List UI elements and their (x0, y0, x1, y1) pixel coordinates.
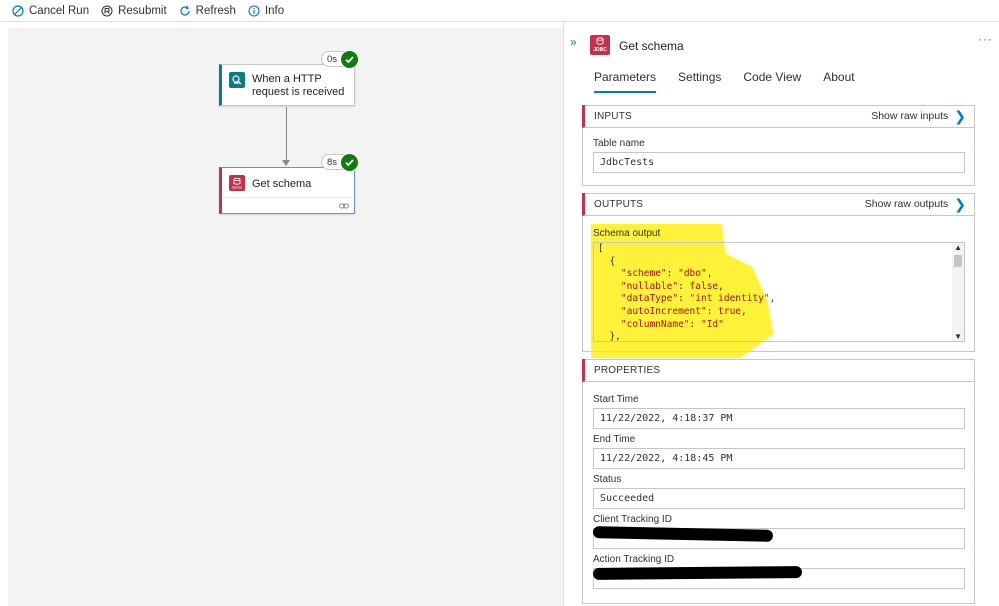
outputs-section: OUTPUTS Show raw outputs ❯ Schema output… (582, 193, 975, 358)
more-options-button[interactable]: ··· (978, 32, 993, 46)
info-icon (248, 4, 260, 17)
jdbc-icon: JDBC (590, 35, 610, 55)
end-time-label: End Time (593, 434, 636, 445)
trigger-duration: 0s (326, 53, 337, 65)
show-raw-outputs-label: Show raw outputs (864, 198, 949, 210)
trigger-card[interactable]: When a HTTP request is received 0s (219, 50, 359, 106)
tab-about[interactable]: About (823, 70, 854, 93)
inputs-title: INPUTS (594, 110, 632, 122)
scroll-down-icon[interactable]: ▼ (954, 332, 962, 341)
chevron-right-icon: ❯ (954, 195, 966, 212)
code-value: false (689, 280, 719, 292)
start-time-field[interactable]: 11/22/2022, 4:18:37 PM (593, 408, 965, 429)
card-footer (222, 197, 354, 213)
toolbar: Cancel Run Resubmit Refresh Info (0, 0, 999, 22)
code-key: "dataType" (620, 293, 679, 305)
properties-header: PROPERTIES (582, 359, 974, 382)
code-value: true (718, 305, 742, 317)
show-raw-inputs-label: Show raw inputs (871, 110, 949, 122)
details-panel: » JDBC Get schema ··· Parameters Setting… (563, 22, 999, 606)
properties-title: PROPERTIES (594, 364, 661, 376)
code-key: "autoIncrement" (620, 305, 707, 317)
table-name-field[interactable]: JdbcTests (593, 152, 965, 173)
outputs-title: OUTPUTS (594, 198, 644, 210)
success-check-icon (340, 153, 359, 172)
code-value: "Id" (700, 318, 724, 330)
action-duration-badge: 8s (320, 153, 359, 172)
resubmit-label: Resubmit (118, 4, 167, 17)
refresh-label: Refresh (195, 4, 236, 17)
cancel-icon (12, 4, 24, 17)
get-schema-card[interactable]: Get schema 8s (219, 153, 359, 214)
code-key: "scheme" (620, 268, 667, 280)
action-duration: 8s (326, 156, 337, 168)
schema-output-code: [ { "scheme": "dbo", "nullable": false, … (598, 243, 776, 342)
status-field[interactable]: Succeeded (593, 488, 965, 509)
table-name-label: Table name (593, 138, 645, 149)
tab-settings[interactable]: Settings (678, 70, 721, 93)
resubmit-icon (101, 5, 113, 16)
success-check-icon (340, 50, 359, 69)
http-request-icon (229, 72, 245, 88)
info-label: Info (264, 4, 285, 17)
info-button[interactable]: Info (248, 5, 284, 17)
inputs-section: INPUTS Show raw inputs ❯ Table name Jdbc… (582, 105, 975, 186)
trigger-duration-badge: 0s (320, 50, 359, 69)
code-key: "nullable" (620, 280, 679, 292)
trigger-title: When a HTTP request is received (252, 73, 345, 98)
code-key: "columnName" (620, 318, 690, 330)
outputs-header: OUTPUTS Show raw outputs ❯ (582, 193, 974, 216)
panel-tabs: Parameters Settings Code View About (594, 70, 877, 93)
tab-parameters[interactable]: Parameters (594, 70, 657, 93)
code-value: "int identity" (689, 293, 770, 305)
code-line: [ (598, 243, 604, 254)
action-tracking-id-label: Action Tracking ID (593, 554, 675, 565)
properties-section: PROPERTIES Start Time 11/22/2022, 4:18:3… (582, 359, 975, 604)
redaction-mark (592, 566, 803, 580)
link-icon[interactable] (339, 202, 349, 210)
status-label: Status (593, 474, 622, 485)
client-tracking-id-label: Client Tracking ID (593, 514, 672, 525)
scroll-up-icon[interactable]: ▲ (954, 243, 962, 252)
panel-title: Get schema (619, 39, 684, 53)
jdbc-icon (229, 175, 245, 191)
start-time-label: Start Time (593, 394, 639, 405)
chevron-right-icon: ❯ (954, 107, 966, 124)
flow-arrowhead (282, 160, 290, 166)
refresh-icon (180, 5, 190, 16)
cancel-run-button[interactable]: Cancel Run (12, 5, 89, 17)
get-schema-title: Get schema (252, 178, 312, 190)
code-value: "dbo" (678, 268, 707, 280)
designer-canvas[interactable]: When a HTTP request is received 0s Get s… (8, 28, 563, 606)
code-scrollbar[interactable]: ▲ ▼ (952, 243, 964, 341)
end-time-field[interactable]: 11/22/2022, 4:18:45 PM (593, 448, 965, 469)
tab-code-view[interactable]: Code View (743, 70, 801, 93)
jdbc-icon-text: JDBC (593, 47, 607, 53)
code-line: { (598, 255, 616, 267)
resubmit-button[interactable]: Resubmit (101, 5, 167, 17)
refresh-button[interactable]: Refresh (179, 5, 236, 17)
cancel-run-label: Cancel Run (29, 4, 90, 17)
show-raw-outputs-button[interactable]: Show raw outputs ❯ (865, 196, 966, 213)
collapse-panel-button[interactable]: » (570, 35, 577, 49)
show-raw-inputs-button[interactable]: Show raw inputs ❯ (871, 108, 966, 125)
code-line: }, (598, 331, 621, 342)
inputs-header: INPUTS Show raw inputs ❯ (582, 105, 974, 128)
schema-output-box[interactable]: [ { "scheme": "dbo", "nullable": false, … (593, 242, 965, 342)
schema-output-label: Schema output (593, 228, 661, 239)
scroll-thumb[interactable] (954, 255, 962, 267)
flow-connector (286, 107, 287, 163)
